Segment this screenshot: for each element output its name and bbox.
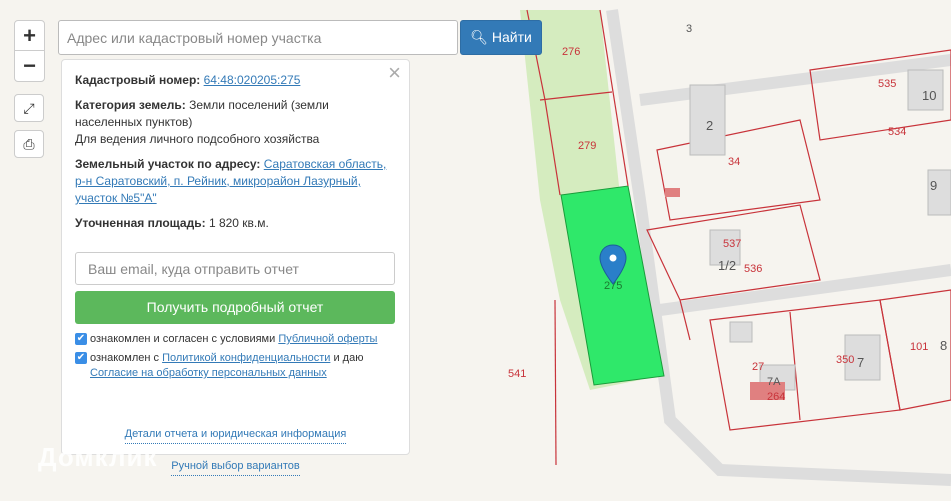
map-label: 279 [578,140,596,152]
agree2-text: ознакомлен с [90,352,160,364]
category-label: Категория земель: [75,98,186,112]
map-label: 276 [562,46,580,58]
parcel-info-panel: × Кадастровый номер: 64:48:020205:275 Ка… [61,59,410,476]
map-label: 7 [857,355,864,370]
privacy-checkbox[interactable]: ✔ [75,352,87,364]
map-label: 101 [910,341,928,353]
cadastral-number-link[interactable]: 64:48:020205:275 [204,73,301,87]
close-icon[interactable]: × [388,62,401,84]
map-label: 7А [767,376,781,388]
privacy-link[interactable]: Политикой конфиденциальности [162,352,330,364]
map-label: 535 [878,78,896,90]
manual-selection-link[interactable]: Ручной выбор вариантов [171,458,300,476]
map-label: 536 [744,263,762,275]
map-label: 264 [767,391,785,403]
map-label: 3 [686,23,692,35]
search-input[interactable] [58,20,458,55]
offer-checkbox[interactable]: ✔ [75,333,87,345]
address-label: Земельный участок по адресу: [75,157,261,171]
search-button-label: Найти [491,29,532,45]
print-icon[interactable]: ⎙ [14,130,44,158]
domclick-watermark: Домклик [38,442,158,472]
area-label: Уточненная площадь: [75,216,206,230]
offer-link[interactable]: Публичной оферты [278,333,377,345]
map-label: 537 [723,238,741,250]
fullscreen-icon[interactable]: ⤢ [14,94,44,122]
land-use: Для ведения личного подсобного хозяйства [75,132,320,146]
map-label: 10 [922,88,936,103]
agree1-text: ознакомлен и согласен с условиями [90,333,276,345]
area-value: 1 820 кв.м. [208,216,269,230]
map-label: 8 [940,338,947,353]
zoom-control: + − [14,20,45,82]
zoom-out-button[interactable]: − [15,51,44,81]
cadastral-label: Кадастровый номер: [75,73,201,87]
map-label: 9 [930,178,937,193]
get-report-button[interactable]: Получить подробный отчет [75,291,395,324]
map-label: 2 [706,118,713,133]
zoom-in-button[interactable]: + [15,21,44,51]
map-label: 350 [836,354,854,366]
search-button[interactable]: 🔍︎ Найти [460,20,542,55]
map-label: 1/2 [718,258,736,273]
details-link[interactable]: Детали отчета и юридическая информация [124,426,347,444]
agree2-tail: и даю [333,352,364,364]
map-label: 34 [728,156,740,168]
map-label: 534 [888,126,906,138]
map-label: 27 [752,361,764,373]
consent-link[interactable]: Согласие на обработку персональных данны… [90,367,327,379]
search-icon: 🔍︎ [470,29,488,45]
map-label: 541 [508,368,526,380]
email-input[interactable] [75,252,395,285]
